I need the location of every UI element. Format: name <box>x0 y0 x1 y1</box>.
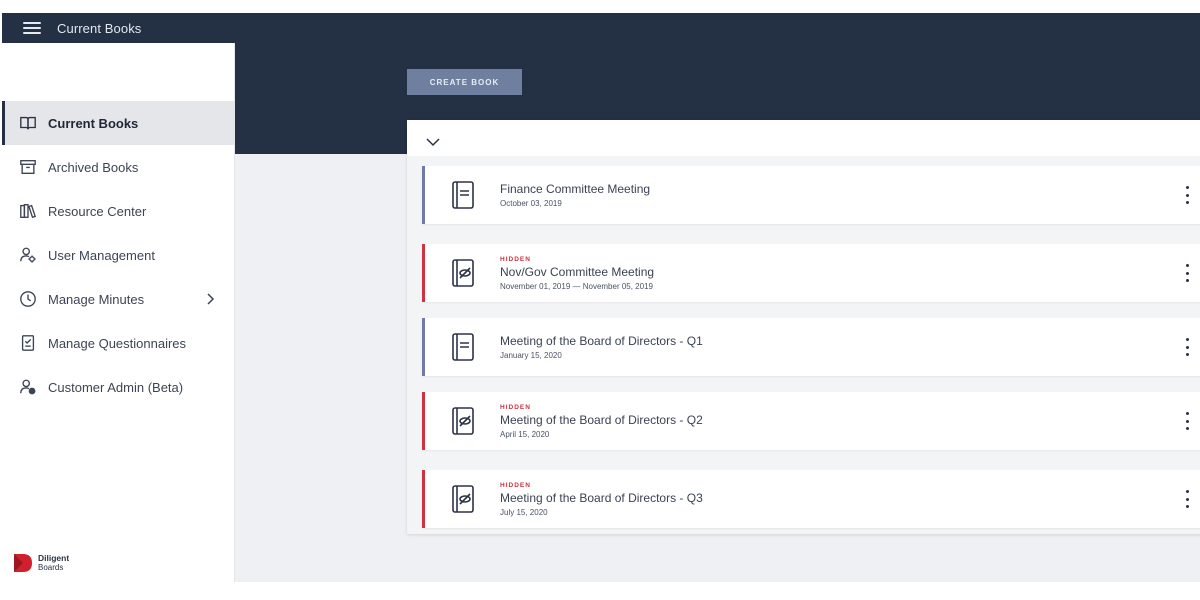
sidebar-item-current-books[interactable]: Current Books <box>2 101 235 145</box>
book-text: Finance Committee Meeting October 03, 20… <box>500 166 650 224</box>
brand-text: Diligent Boards <box>38 553 70 573</box>
brand-logo: Diligent Boards <box>12 552 69 574</box>
hidden-book-icon <box>452 485 474 513</box>
hidden-book-icon <box>452 259 474 287</box>
hidden-badge: HIDDEN <box>500 481 531 489</box>
book-date: January 15, 2020 <box>500 351 562 360</box>
sidebar-item-label: User Management <box>48 247 155 263</box>
create-book-button[interactable]: CREATE BOOK <box>407 69 522 95</box>
book-status-stripe <box>422 166 425 224</box>
more-options-icon[interactable] <box>1185 186 1189 204</box>
sidebar-item-label: Current Books <box>48 115 139 131</box>
hidden-book-icon <box>452 407 474 435</box>
sidebar-nav: Current Books Archived Books Resource Ce… <box>2 101 235 409</box>
hidden-badge: HIDDEN <box>500 255 531 263</box>
book-status-stripe <box>422 244 425 302</box>
book-date: April 15, 2020 <box>500 429 550 439</box>
more-options-icon[interactable] <box>1185 338 1189 356</box>
archive-box-icon <box>18 157 38 177</box>
book-title: Finance Committee Meeting <box>500 182 651 196</box>
panel-header <box>407 120 1200 156</box>
book-status-stripe <box>422 470 425 528</box>
sidebar-item-label: Archived Books <box>48 159 139 175</box>
book-status-stripe <box>422 392 425 450</box>
more-options-icon[interactable] <box>1185 412 1189 430</box>
chevron-down-icon[interactable] <box>425 136 441 148</box>
hidden-badge: HIDDEN <box>500 403 531 411</box>
book-item-board-q3[interactable]: HIDDEN Meeting of the Board of Directors… <box>422 470 1200 528</box>
app-window: Current Books Current Books Archived Boo… <box>2 13 1200 582</box>
book-status-stripe <box>422 318 425 376</box>
sidebar-item-label: Manage Minutes <box>48 291 145 307</box>
clipboard-check-icon <box>18 333 38 353</box>
book-text: HIDDEN Meeting of the Board of Directors… <box>500 470 703 528</box>
sidebar-item-resource-center[interactable]: Resource Center <box>2 189 235 233</box>
sidebar-item-manage-minutes[interactable]: Manage Minutes <box>2 277 235 321</box>
books-shelf-icon <box>18 201 38 221</box>
book-title: Meeting of the Board of Directors - Q2 <box>500 412 703 427</box>
sidebar-item-customer-admin[interactable]: Customer Admin (Beta) <box>2 365 235 409</box>
chevron-right-icon[interactable] <box>201 290 219 308</box>
more-options-icon[interactable] <box>1185 490 1189 508</box>
brand-name: Diligent <box>38 553 70 563</box>
book-title: Nov/Gov Committee Meeting <box>500 264 655 279</box>
book-title: Meeting of the Board of Directors - Q3 <box>500 490 703 505</box>
sidebar-item-archived-books[interactable]: Archived Books <box>2 145 235 189</box>
book-item-board-q2[interactable]: HIDDEN Meeting of the Board of Directors… <box>422 392 1200 450</box>
book-icon <box>452 181 474 209</box>
sidebar-item-manage-questionnaires[interactable]: Manage Questionnaires <box>2 321 235 365</box>
book-title: Meeting of the Board of Directors - Q1 <box>500 334 703 348</box>
sidebar-item-label: Customer Admin (Beta) <box>48 379 184 395</box>
book-date: November 01, 2019 — November 05, 2019 <box>500 281 653 291</box>
page-title: Current Books <box>57 20 142 36</box>
user-gear-icon <box>18 245 38 265</box>
books-panel: Finance Committee Meeting October 03, 20… <box>407 120 1200 534</box>
sidebar-item-user-management[interactable]: User Management <box>2 233 235 277</box>
book-item-finance-committee[interactable]: Finance Committee Meeting October 03, 20… <box>422 166 1200 224</box>
sidebar: Current Books Archived Books Resource Ce… <box>2 43 235 582</box>
book-icon <box>452 333 474 361</box>
book-date: October 03, 2019 <box>500 199 562 208</box>
book-item-board-q1[interactable]: Meeting of the Board of Directors - Q1 J… <box>422 318 1200 376</box>
sidebar-item-label: Resource Center <box>48 203 147 219</box>
hamburger-icon[interactable] <box>23 21 41 35</box>
book-text: Meeting of the Board of Directors - Q1 J… <box>500 318 703 376</box>
brand-product: Boards <box>38 563 64 572</box>
book-item-nov-gov-committee[interactable]: HIDDEN Nov/Gov Committee Meeting Novembe… <box>422 244 1200 302</box>
clock-icon <box>18 289 38 309</box>
sidebar-item-label: Manage Questionnaires <box>48 335 187 351</box>
diligent-logo-icon <box>14 554 32 572</box>
book-text: HIDDEN Nov/Gov Committee Meeting Novembe… <box>500 244 654 302</box>
user-admin-icon <box>18 377 38 397</box>
top-bar: Current Books <box>2 13 1200 43</box>
book-date: July 15, 2020 <box>500 507 548 517</box>
book-text: HIDDEN Meeting of the Board of Directors… <box>500 392 703 450</box>
more-options-icon[interactable] <box>1185 264 1189 282</box>
book-open-icon <box>18 113 38 133</box>
